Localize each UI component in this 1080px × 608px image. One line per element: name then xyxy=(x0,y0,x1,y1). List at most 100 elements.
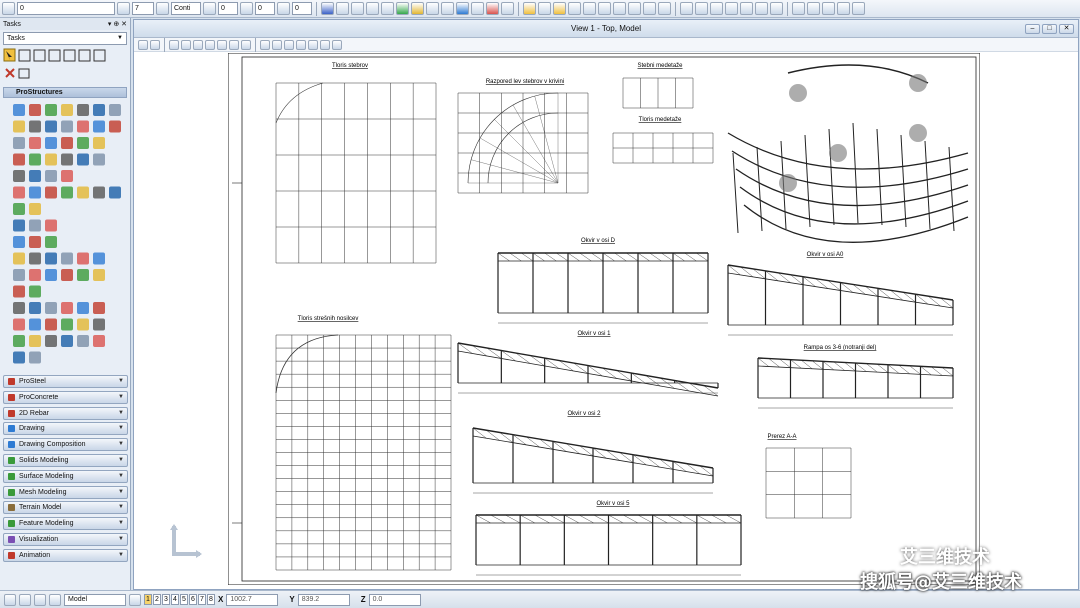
view-groups-icon[interactable] xyxy=(129,593,141,606)
view-7-icon[interactable] xyxy=(770,2,783,15)
priority-dropdown[interactable]: 0 xyxy=(292,2,312,15)
drawing-sheet[interactable]: Tloris stebrov Razpored lev stebrov v kri… xyxy=(228,53,980,585)
wave-icon[interactable] xyxy=(628,2,641,15)
view-button-6[interactable]: 6 xyxy=(189,594,197,605)
measure-icon[interactable] xyxy=(381,2,394,15)
model-dropdown[interactable]: Model xyxy=(64,593,126,606)
layers-icon[interactable] xyxy=(411,2,424,15)
task-category-drawing-composition[interactable]: Drawing Composition ▼ xyxy=(3,438,128,452)
panel-controls[interactable]: ▾ ⊕ ✕ xyxy=(108,20,127,28)
pattern-icon[interactable] xyxy=(501,2,514,15)
view-8-icon[interactable] xyxy=(792,2,805,15)
view-settings-icon[interactable] xyxy=(296,39,306,50)
line-weight-dropdown[interactable]: 0 xyxy=(218,2,238,15)
view-3-icon[interactable] xyxy=(710,2,723,15)
view-axis-triad[interactable] xyxy=(162,520,208,566)
circle-center-icon[interactable] xyxy=(583,2,596,15)
x-coordinate-field[interactable]: 1002.7 xyxy=(226,593,279,606)
weight-dropdown[interactable]: 7 xyxy=(132,2,154,15)
style-dropdown[interactable]: Conti xyxy=(171,2,201,15)
transparency-dropdown[interactable]: 0 xyxy=(255,2,275,15)
transparency-icon[interactable] xyxy=(240,2,253,15)
camera-icon[interactable] xyxy=(332,39,342,50)
view-2-icon[interactable] xyxy=(695,2,708,15)
basic-tools-icons[interactable] xyxy=(3,47,128,85)
view-button-8[interactable]: 8 xyxy=(207,594,215,605)
pan-view-icon[interactable] xyxy=(241,39,251,50)
task-category-feature-modeling[interactable]: Feature Modeling ▼ xyxy=(3,517,128,531)
zoom-in-icon[interactable] xyxy=(181,39,191,50)
task-category-proconcrete[interactable]: ProConcrete ▼ xyxy=(3,390,128,404)
view-6-icon[interactable] xyxy=(755,2,768,15)
curve-icon[interactable] xyxy=(613,2,626,15)
clip-mask-icon[interactable] xyxy=(320,39,330,50)
task-category-2d-rebar[interactable]: 2D Rebar ▼ xyxy=(3,406,128,420)
prostructures-group-header[interactable]: ProStructures xyxy=(3,87,127,98)
view-4-icon[interactable] xyxy=(725,2,738,15)
level-dropdown[interactable]: 0 xyxy=(17,2,115,15)
next-view-icon[interactable] xyxy=(272,39,282,50)
dimension-icon[interactable] xyxy=(441,2,454,15)
view-11-icon[interactable] xyxy=(837,2,850,15)
circle-icon[interactable] xyxy=(568,2,581,15)
polyline-icon[interactable] xyxy=(553,2,566,15)
maximize-button[interactable]: □ xyxy=(1042,24,1057,34)
copy-view-icon[interactable] xyxy=(284,39,294,50)
model-icon[interactable] xyxy=(49,593,61,606)
no-display-icon[interactable] xyxy=(486,2,499,15)
task-category-visualization[interactable]: Visualization ▼ xyxy=(3,532,128,546)
locks-icon[interactable] xyxy=(4,593,16,606)
rotate-view-icon[interactable] xyxy=(229,39,239,50)
task-category-drawing[interactable]: Drawing ▼ xyxy=(3,422,128,436)
view-button-2[interactable]: 2 xyxy=(153,594,161,605)
rotate-icon[interactable] xyxy=(366,2,379,15)
view-5-icon[interactable] xyxy=(740,2,753,15)
view-9-icon[interactable] xyxy=(807,2,820,15)
task-category-surface-modeling[interactable]: Surface Modeling ▼ xyxy=(3,469,128,483)
square-icon[interactable] xyxy=(658,2,671,15)
style-icon[interactable] xyxy=(156,2,169,15)
previous-view-icon[interactable] xyxy=(260,39,270,50)
tasks-dropdown[interactable]: Tasks ▼ xyxy=(3,32,127,45)
view-button-5[interactable]: 5 xyxy=(180,594,188,605)
update-view-icon[interactable] xyxy=(169,39,179,50)
line-tool-icon[interactable] xyxy=(538,2,551,15)
task-category-prosteel[interactable]: ProSteel ▼ xyxy=(3,375,128,388)
view-attributes-icon[interactable] xyxy=(138,39,148,50)
window-area-icon[interactable] xyxy=(205,39,215,50)
select-icon[interactable] xyxy=(321,2,334,15)
copy-icon[interactable] xyxy=(351,2,364,15)
line-weight-icon[interactable] xyxy=(203,2,216,15)
cross-icon[interactable] xyxy=(643,2,656,15)
task-category-animation[interactable]: Animation ▼ xyxy=(3,548,128,562)
level-icon[interactable] xyxy=(2,2,15,15)
view-12-icon[interactable] xyxy=(852,2,865,15)
color-icon[interactable] xyxy=(117,2,130,15)
z-coordinate-field[interactable]: 0.0 xyxy=(368,593,421,606)
arc-icon[interactable] xyxy=(598,2,611,15)
render-icon[interactable] xyxy=(396,2,409,15)
view-button-1[interactable]: 1 xyxy=(144,594,152,605)
y-coordinate-field[interactable]: 839.2 xyxy=(297,593,350,606)
info-icon[interactable] xyxy=(456,2,469,15)
accudraw-status-icon[interactable] xyxy=(34,593,46,606)
display-style-icon[interactable] xyxy=(150,39,160,50)
place-icon[interactable] xyxy=(336,2,349,15)
view-10-icon[interactable] xyxy=(822,2,835,15)
zoom-out-icon[interactable] xyxy=(193,39,203,50)
prostructures-tool-icons[interactable] xyxy=(3,100,128,370)
snap-mode-icon[interactable] xyxy=(19,593,31,606)
task-category-solids-modeling[interactable]: Solids Modeling ▼ xyxy=(3,453,128,467)
priority-icon[interactable] xyxy=(277,2,290,15)
accudraw-icon[interactable] xyxy=(523,2,536,15)
help-icon[interactable] xyxy=(471,2,484,15)
view-button-3[interactable]: 3 xyxy=(162,594,170,605)
view-button-7[interactable]: 7 xyxy=(198,594,206,605)
fit-view-icon[interactable] xyxy=(217,39,227,50)
clip-volume-icon[interactable] xyxy=(308,39,318,50)
view-button-4[interactable]: 4 xyxy=(171,594,179,605)
view-1-icon[interactable] xyxy=(680,2,693,15)
snap-icon[interactable] xyxy=(426,2,439,15)
close-button[interactable]: ✕ xyxy=(1059,24,1074,34)
task-category-terrain-model[interactable]: Terrain Model ▼ xyxy=(3,501,128,515)
